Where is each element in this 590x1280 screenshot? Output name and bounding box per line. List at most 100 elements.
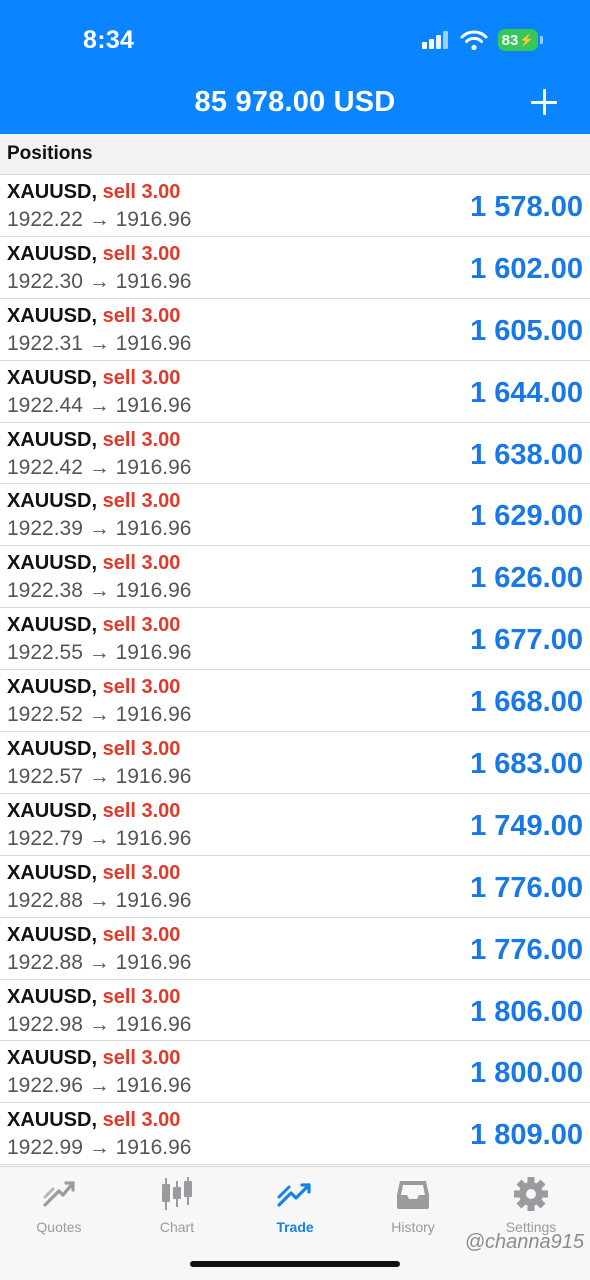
position-row[interactable]: XAUUSD, sell 3.00 1922.88 → 1916.96 1 77… bbox=[0, 855, 590, 918]
positions-list: XAUUSD, sell 3.00 1922.22 → 1916.96 1 57… bbox=[0, 175, 590, 1166]
position-profit: 1 776.00 bbox=[470, 871, 583, 904]
position-profit: 1 806.00 bbox=[470, 995, 583, 1028]
position-profit: 1 776.00 bbox=[470, 933, 583, 966]
position-prices: 1922.79 → 1916.96 bbox=[7, 826, 192, 850]
tab-history[interactable]: History bbox=[354, 1175, 472, 1241]
position-row[interactable]: XAUUSD, sell 3.00 1922.99 → 1916.96 1 80… bbox=[0, 1103, 590, 1166]
position-symbol: XAUUSD, bbox=[7, 366, 98, 389]
position-symbol-line: XAUUSD, sell 3.00 bbox=[7, 614, 180, 637]
position-symbol-line: XAUUSD, sell 3.00 bbox=[7, 986, 180, 1009]
position-side: sell 3.00 bbox=[102, 242, 181, 265]
position-prices: 1922.42 → 1916.96 bbox=[7, 455, 192, 479]
position-side: sell 3.00 bbox=[102, 428, 181, 451]
position-side: sell 3.00 bbox=[102, 304, 181, 327]
quotes-icon bbox=[43, 1181, 75, 1207]
battery-level: 83 bbox=[501, 31, 519, 49]
position-symbol: XAUUSD, bbox=[7, 1047, 98, 1070]
position-prices: 1922.96 → 1916.96 bbox=[7, 1074, 192, 1098]
position-side: sell 3.00 bbox=[102, 181, 181, 203]
position-symbol: XAUUSD, bbox=[7, 304, 98, 327]
position-prices: 1922.88 → 1916.96 bbox=[7, 950, 192, 974]
position-profit: 1 578.00 bbox=[470, 191, 583, 223]
position-symbol: XAUUSD, bbox=[7, 799, 98, 822]
position-row[interactable]: XAUUSD, sell 3.00 1922.31 → 1916.96 1 60… bbox=[0, 298, 590, 361]
position-row[interactable]: XAUUSD, sell 3.00 1922.42 → 1916.96 1 63… bbox=[0, 422, 590, 485]
position-row[interactable]: XAUUSD, sell 3.00 1922.57 → 1916.96 1 68… bbox=[0, 732, 590, 794]
gear-icon bbox=[514, 1177, 548, 1211]
position-symbol: XAUUSD, bbox=[7, 1109, 98, 1132]
position-symbol-line: XAUUSD, sell 3.00 bbox=[7, 1109, 180, 1132]
position-symbol: XAUUSD, bbox=[7, 985, 98, 1008]
position-symbol: XAUUSD, bbox=[7, 861, 98, 884]
position-side: sell 3.00 bbox=[102, 985, 181, 1008]
position-symbol: XAUUSD, bbox=[7, 428, 98, 451]
position-symbol: XAUUSD, bbox=[7, 923, 98, 946]
position-row[interactable]: XAUUSD, sell 3.00 1922.55 → 1916.96 1 67… bbox=[0, 608, 590, 671]
chart-icon bbox=[162, 1177, 192, 1210]
position-profit: 1 638.00 bbox=[470, 438, 583, 471]
position-prices: 1922.30 → 1916.96 bbox=[7, 269, 192, 293]
position-symbol-line: XAUUSD, sell 3.00 bbox=[7, 367, 180, 390]
trade-icon bbox=[277, 1183, 311, 1207]
position-row[interactable]: XAUUSD, sell 3.00 1922.39 → 1916.96 1 62… bbox=[0, 484, 590, 547]
position-symbol: XAUUSD, bbox=[7, 552, 98, 575]
position-symbol: XAUUSD, bbox=[7, 490, 98, 513]
position-side: sell 3.00 bbox=[102, 738, 181, 761]
cellular-signal-icon bbox=[422, 31, 450, 49]
position-symbol-line: XAUUSD, sell 3.00 bbox=[7, 305, 180, 328]
watermark: @channa915 bbox=[464, 1231, 584, 1253]
position-symbol-line: XAUUSD, sell 3.00 bbox=[7, 490, 180, 513]
position-prices: 1922.52 → 1916.96 bbox=[7, 703, 192, 727]
tab-chart[interactable]: Chart bbox=[118, 1175, 236, 1241]
position-row[interactable]: XAUUSD, sell 3.00 1922.96 → 1916.96 1 80… bbox=[0, 1041, 590, 1104]
position-row[interactable]: XAUUSD, sell 3.00 1922.52 → 1916.96 1 66… bbox=[0, 670, 590, 733]
position-row[interactable]: XAUUSD, sell 3.00 1922.38 → 1916.96 1 62… bbox=[0, 546, 590, 609]
position-symbol: XAUUSD, bbox=[7, 181, 98, 203]
position-symbol-line: XAUUSD, sell 3.00 bbox=[7, 552, 180, 575]
position-prices: 1922.31 → 1916.96 bbox=[7, 331, 192, 355]
position-symbol: XAUUSD, bbox=[7, 242, 98, 265]
position-symbol: XAUUSD, bbox=[7, 676, 98, 699]
position-profit: 1 683.00 bbox=[470, 748, 583, 781]
battery-indicator: 83 ⚡ bbox=[498, 29, 543, 51]
tab-label: Chart bbox=[159, 1219, 195, 1235]
position-profit: 1 800.00 bbox=[470, 1057, 583, 1090]
section-title: Positions bbox=[7, 143, 93, 164]
position-row[interactable]: XAUUSD, sell 3.00 1922.22 → 1916.96 1 57… bbox=[0, 175, 590, 237]
position-side: sell 3.00 bbox=[102, 861, 181, 884]
position-profit: 1 602.00 bbox=[470, 252, 583, 285]
position-prices: 1922.39 → 1916.96 bbox=[7, 517, 192, 541]
position-row[interactable]: XAUUSD, sell 3.00 1922.88 → 1916.96 1 77… bbox=[0, 917, 590, 980]
position-symbol: XAUUSD, bbox=[7, 738, 98, 761]
trade-screen: 8:34 83 ⚡ 85 978.00 USD Positions XAUUSD,… bbox=[0, 0, 590, 1280]
position-profit: 1 749.00 bbox=[470, 809, 583, 842]
position-symbol-line: XAUUSD, sell 3.00 bbox=[7, 800, 180, 823]
position-row[interactable]: XAUUSD, sell 3.00 1922.79 → 1916.96 1 74… bbox=[0, 793, 590, 856]
position-side: sell 3.00 bbox=[102, 366, 181, 389]
position-profit: 1 626.00 bbox=[470, 562, 583, 595]
tab-label: Trade bbox=[276, 1219, 314, 1235]
position-row[interactable]: XAUUSD, sell 3.00 1922.44 → 1916.96 1 64… bbox=[0, 360, 590, 423]
position-side: sell 3.00 bbox=[102, 1047, 181, 1070]
position-prices: 1922.99 → 1916.96 bbox=[7, 1136, 192, 1160]
position-prices: 1922.88 → 1916.96 bbox=[7, 888, 192, 912]
position-symbol-line: XAUUSD, sell 3.00 bbox=[7, 1047, 180, 1070]
position-symbol-line: XAUUSD, sell 3.00 bbox=[7, 862, 180, 885]
tab-quotes[interactable]: Quotes bbox=[0, 1175, 118, 1241]
position-side: sell 3.00 bbox=[102, 676, 181, 699]
positions-section-header: Positions bbox=[0, 134, 590, 175]
tab-trade[interactable]: Trade bbox=[236, 1175, 354, 1241]
position-profit: 1 677.00 bbox=[470, 624, 583, 657]
tab-label: Quotes bbox=[36, 1219, 82, 1235]
position-symbol-line: XAUUSD, sell 3.00 bbox=[7, 429, 180, 452]
position-row[interactable]: XAUUSD, sell 3.00 1922.98 → 1916.96 1 80… bbox=[0, 979, 590, 1042]
position-profit: 1 668.00 bbox=[470, 686, 583, 719]
account-balance: 85 978.00 USD bbox=[194, 86, 396, 118]
position-prices: 1922.44 → 1916.96 bbox=[7, 393, 192, 417]
position-row[interactable]: XAUUSD, sell 3.00 1922.30 → 1916.96 1 60… bbox=[0, 236, 590, 299]
position-profit: 1 629.00 bbox=[470, 500, 583, 533]
position-symbol-line: XAUUSD, sell 3.00 bbox=[7, 243, 180, 266]
new-order-plus-button[interactable] bbox=[528, 86, 560, 118]
home-indicator bbox=[190, 1261, 400, 1267]
position-prices: 1922.22 → 1916.96 bbox=[7, 208, 192, 231]
